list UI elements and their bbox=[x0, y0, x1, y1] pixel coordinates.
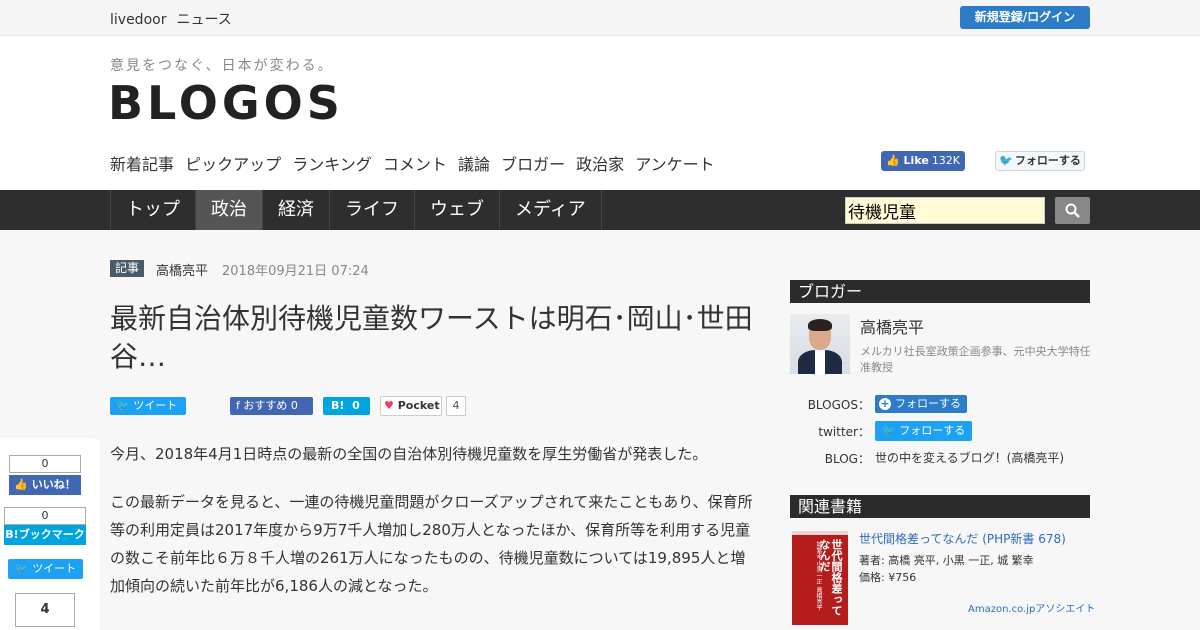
blogos-label: BLOGOS： bbox=[807, 398, 870, 412]
hatena-count-box: 0 bbox=[4, 507, 86, 525]
book-cover-title: 世代間格差ってなんだ bbox=[818, 539, 843, 616]
tweet-button[interactable]: 🐦 ツイート bbox=[110, 397, 186, 415]
subnav-pickup[interactable]: ピックアップ bbox=[185, 155, 281, 174]
subnav-ranking[interactable]: ランキング bbox=[292, 155, 372, 174]
article-date: 2018年09月21日 07:24 bbox=[222, 264, 369, 279]
subnav-new[interactable]: 新着記事 bbox=[110, 155, 174, 174]
book-price: 価格: ¥756 bbox=[859, 571, 917, 584]
like-label: いいね！ bbox=[31, 478, 76, 491]
tagline: 意見をつなぐ、日本が変わる。 bbox=[110, 58, 334, 74]
tweet-label: ツイート bbox=[133, 399, 178, 412]
hatena-count: 0 bbox=[352, 399, 360, 412]
book-cover[interactable]: 世代間格差ってなんだ 城繁幸 小黒一正 高橋亮平 bbox=[792, 531, 848, 625]
nav-top[interactable]: トップ bbox=[111, 190, 196, 230]
sub-navigation: 新着記事 ピックアップ ランキング コメント 議論 ブロガー 政治家 アンケート bbox=[110, 151, 721, 175]
tw-follow-label: フォローする bbox=[1014, 154, 1081, 167]
pocket-count-box[interactable]: 4 bbox=[15, 593, 75, 627]
blogger-section-heading: ブロガー bbox=[790, 280, 1090, 303]
thumbs-up-icon: 👍 bbox=[14, 478, 28, 491]
twitter-bird-icon: 🐦 bbox=[14, 562, 29, 575]
facebook-recommend-button[interactable]: f おすすめ 0 bbox=[230, 397, 313, 415]
search-icon bbox=[1065, 203, 1080, 218]
blogger-description: メルカリ社長室政策企画参事、元中央大学特任准教授 bbox=[860, 345, 1091, 374]
thumbs-up-icon: 👍 bbox=[886, 154, 900, 167]
nav-media[interactable]: メディア bbox=[500, 190, 602, 230]
article-author[interactable]: 高橋亮平 bbox=[156, 260, 208, 279]
fb-like-label: Like bbox=[903, 154, 929, 167]
tweet-label: ツイート bbox=[32, 562, 77, 575]
related-books-heading: 関連書籍 bbox=[790, 495, 1090, 518]
subnav-survey[interactable]: アンケート bbox=[635, 155, 714, 174]
subnav-blogger[interactable]: ブロガー bbox=[501, 155, 565, 174]
nav-politics[interactable]: 政治 bbox=[196, 190, 263, 230]
recommend-label: おすすめ bbox=[243, 399, 288, 412]
blog-label: BLOG： bbox=[824, 452, 870, 466]
brand-livedoor: livedoor bbox=[110, 12, 167, 28]
blogos-logo[interactable]: BLOGOS bbox=[108, 76, 344, 130]
blog-link[interactable]: 世の中を変えるブログ！(高橋亮平) bbox=[875, 449, 1064, 466]
pocket-label: Pocket bbox=[397, 399, 440, 412]
pocket-button[interactable]: ♥ Pocket bbox=[380, 396, 442, 416]
book-title-link[interactable]: 世代間格差ってなんだ (PHP新書 678) bbox=[859, 530, 1066, 547]
nav-web[interactable]: ウェブ bbox=[415, 190, 500, 230]
blogger-name[interactable]: 高橋亮平 bbox=[860, 314, 924, 338]
nav-economy[interactable]: 経済 bbox=[263, 190, 330, 230]
subnav-politician[interactable]: 政治家 bbox=[576, 155, 624, 174]
hatena-icon: B! bbox=[331, 399, 345, 412]
article-body: 今月、2018年4月1日時点の最新の全国の自治体別待機児童数を厚生労働省が発表し… bbox=[110, 440, 760, 620]
search-input[interactable] bbox=[845, 197, 1045, 224]
twitter-bird-icon: 🐦 bbox=[999, 154, 1013, 167]
hatena-bookmark-button[interactable]: B! 0 bbox=[323, 397, 370, 415]
search-button[interactable] bbox=[1055, 197, 1090, 224]
top-bar: livedoor ニュース 新規登録/ログイン bbox=[0, 0, 1200, 36]
subnav-comment[interactable]: コメント bbox=[383, 155, 447, 174]
fb-like-count-box: 0 bbox=[9, 455, 81, 473]
nav-life[interactable]: ライフ bbox=[330, 190, 415, 230]
brand-news: ニュース bbox=[176, 12, 232, 28]
twitter-follow-label: フォローする bbox=[899, 424, 966, 437]
facebook-like-button[interactable]: 👍 Like 132K bbox=[881, 151, 966, 171]
facebook-icon: f bbox=[236, 399, 240, 412]
blogos-follow-button[interactable]: + フォローする bbox=[875, 395, 967, 413]
plus-icon: + bbox=[879, 397, 891, 410]
twitter-label: twitter： bbox=[818, 425, 870, 439]
twitter-follow-button[interactable]: 🐦 フォローする bbox=[875, 421, 972, 441]
amazon-associate-link[interactable]: Amazon.co.jpアソシエイト bbox=[968, 600, 1095, 615]
register-login-button[interactable]: 新規登録/ログイン bbox=[960, 6, 1090, 29]
article-title: 最新自治体別待機児童数ワーストは明石･岡山･世田谷… bbox=[110, 302, 753, 373]
article-tag: 記事 bbox=[110, 260, 145, 277]
twitter-follow-button[interactable]: 🐦 フォローする bbox=[995, 151, 1085, 171]
article-paragraph: この最新データを見ると、一連の待機児童問題がクローズアップされて来たこともあり、… bbox=[110, 493, 753, 595]
site-header: 意見をつなぐ、日本が変わる。 BLOGOS 新着記事 ピックアップ ランキング … bbox=[0, 36, 1200, 190]
floating-share-panel: 0 👍 いいね！ 0 B!ブックマーク 🐦 ツイート 4 bbox=[0, 438, 100, 630]
tweet-button[interactable]: 🐦 ツイート bbox=[8, 559, 83, 579]
blogos-follow-label: フォローする bbox=[895, 397, 961, 410]
hatena-bookmark-button[interactable]: B!ブックマーク bbox=[4, 525, 86, 545]
book-authors: 著者: 高橋 亮平, 小黒 一正, 城 繁幸 bbox=[859, 554, 1034, 567]
article-paragraph: 今月、2018年4月1日時点の最新の全国の自治体別待機児童数を厚生労働省が発表し… bbox=[110, 445, 708, 463]
twitter-bird-icon: 🐦 bbox=[882, 424, 896, 437]
fb-like-count: 132K bbox=[931, 154, 961, 167]
subnav-discussion[interactable]: 議論 bbox=[458, 155, 490, 174]
pocket-icon: ♥ bbox=[384, 399, 394, 412]
twitter-bird-icon: 🐦 bbox=[116, 399, 130, 412]
recommend-count: 0 bbox=[290, 399, 298, 412]
pocket-count: 4 bbox=[446, 396, 466, 416]
livedoor-news-brand[interactable]: livedoor ニュース bbox=[110, 9, 242, 29]
blogger-avatar[interactable] bbox=[790, 314, 850, 374]
facebook-like-button[interactable]: 👍 いいね！ bbox=[9, 475, 81, 495]
book-cover-authors: 城繁幸 小黒一正 高橋亮平 bbox=[815, 541, 822, 611]
